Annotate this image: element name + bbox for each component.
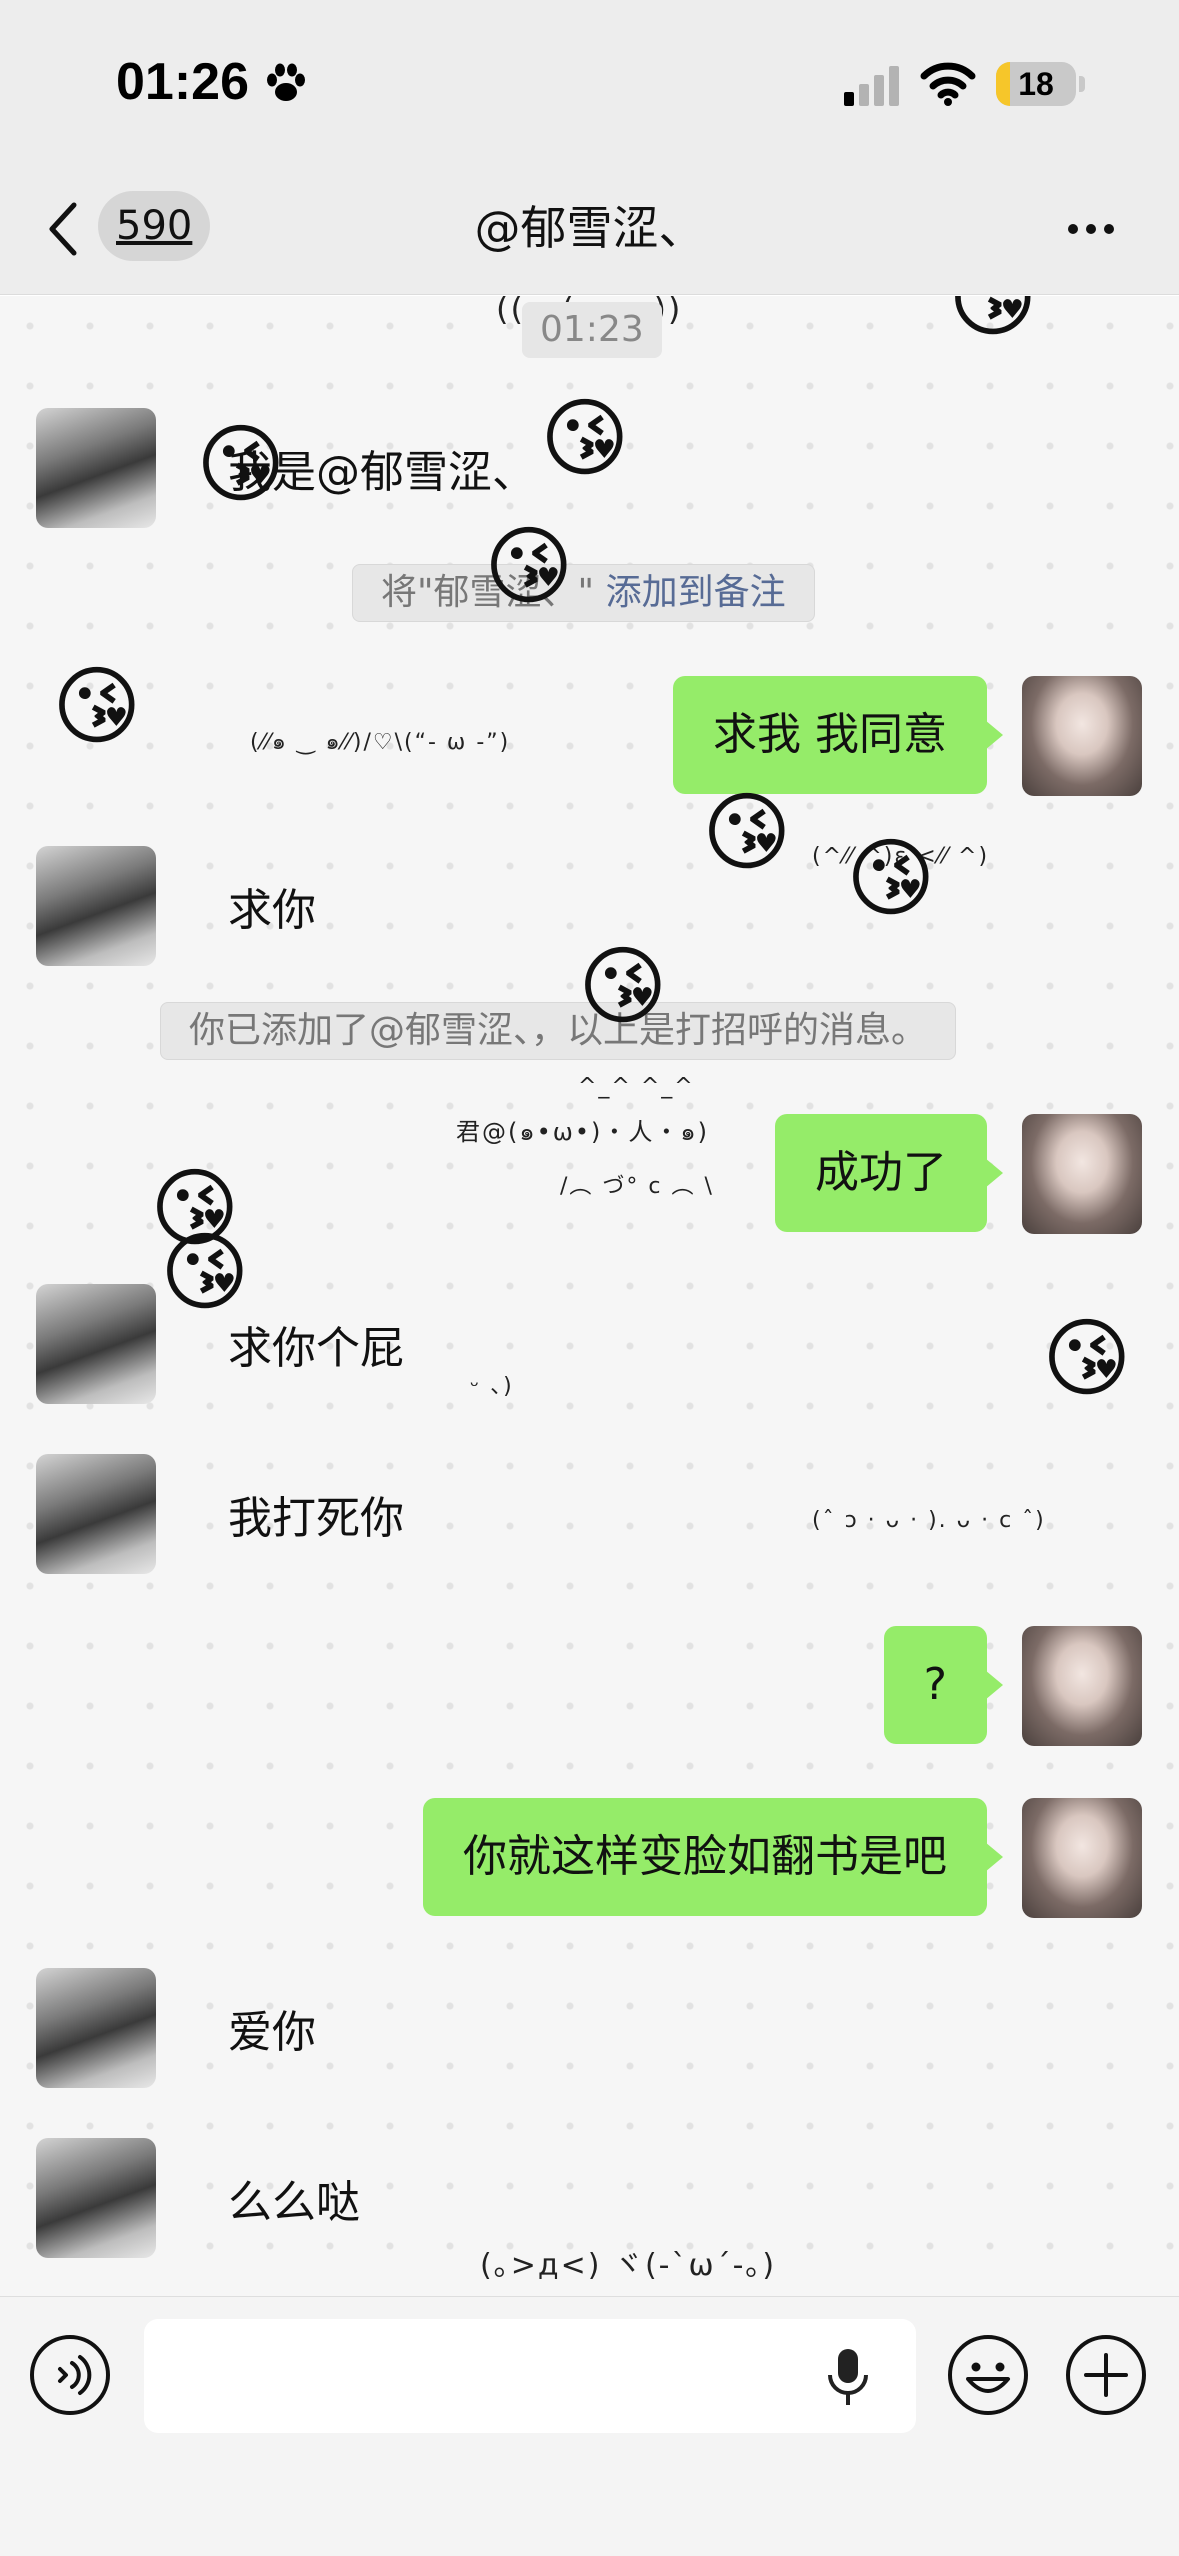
contact-avatar[interactable]	[36, 1454, 156, 1574]
add-remark-link[interactable]: 添加到备注	[606, 572, 786, 613]
kiss-emoji-icon: 😘	[52, 657, 142, 757]
voice-mode-icon[interactable]	[28, 2333, 112, 2417]
battery-tip	[1079, 76, 1085, 92]
my-avatar[interactable]	[1022, 676, 1142, 796]
contact-avatar[interactable]	[36, 2138, 156, 2258]
battery-text: 18	[1018, 66, 1054, 102]
kiss-emoji-icon: 😘	[948, 296, 1038, 349]
sent-message-bubble[interactable]: ?	[883, 1626, 1004, 1744]
contact-avatar[interactable]	[36, 846, 156, 966]
my-avatar[interactable]	[1022, 1798, 1142, 1918]
my-avatar[interactable]	[1022, 1114, 1142, 1234]
kaomoji-text: (｡>д<) ヾ(-`ω´-｡)	[480, 2248, 777, 2283]
emoji-picker-icon[interactable]	[946, 2333, 1030, 2417]
message-text[interactable]: 求你	[228, 874, 316, 938]
message-text[interactable]: 么么哒	[228, 2166, 360, 2230]
contact-avatar[interactable]	[36, 1968, 156, 2088]
kaomoji-text: (ˆ ɔ · ᴗ · ). ᴗ · c ˆ)	[812, 1508, 1046, 1533]
message-text[interactable]: 我打死你	[228, 1482, 404, 1546]
chat-title: @郁雪涩、	[474, 201, 705, 255]
kiss-emoji-icon: 😘	[846, 829, 936, 929]
input-bar	[0, 2296, 1179, 2556]
message-text[interactable]: 求你个屁	[228, 1312, 404, 1376]
microphone-icon[interactable]	[822, 2347, 874, 2407]
kaomoji-text: ᵕ 、)	[470, 1374, 514, 1399]
sent-message-bubble[interactable]: 你就这样变脸如翻书是吧	[423, 1798, 1003, 1916]
my-avatar[interactable]	[1022, 1626, 1142, 1746]
status-bar: 01:26 18	[0, 0, 1179, 175]
contact-avatar[interactable]	[36, 1284, 156, 1404]
status-time: 01:26	[116, 53, 249, 111]
paw-icon	[267, 63, 305, 101]
sent-message-bubble[interactable]: 成功了	[775, 1114, 1003, 1232]
contact-avatar[interactable]	[36, 408, 156, 528]
kiss-emoji-icon: 😘	[540, 389, 630, 489]
add-remark-notice: 将"郁雪涩、" 添加到备注	[352, 564, 815, 622]
battery-indicator: 18	[996, 62, 1076, 106]
message-input[interactable]	[144, 2319, 916, 2433]
kiss-emoji-icon: 😘	[484, 517, 574, 617]
kiss-emoji-icon: 😘	[578, 937, 668, 1037]
wifi-icon	[920, 62, 976, 106]
cellular-signal-icon	[844, 66, 899, 106]
kaomoji-text: (⁄⁄๑ ‿ ๑⁄⁄)/♡\(“- ω -”)	[250, 730, 511, 755]
message-timestamp: 01:23	[522, 302, 662, 358]
more-options-icon[interactable]	[1068, 219, 1122, 238]
kaomoji-text: 君@(๑•ω•)・人・๑)	[456, 1118, 709, 1146]
kaomoji-text: /︵ づ° c ︵ \	[560, 1174, 714, 1199]
chat-area[interactable]: (( · (-ω-o)) 01:23 我是@郁雪涩、 将"郁雪涩、" 添加到备注…	[0, 296, 1179, 2296]
kaomoji-text: ^_^ ^_^	[578, 1074, 695, 1099]
more-actions-plus-icon[interactable]	[1064, 2333, 1148, 2417]
nav-bar: 590 @郁雪涩、	[0, 175, 1179, 295]
message-text[interactable]: 爱你	[228, 1996, 316, 2060]
kiss-emoji-icon: 😘	[1042, 1309, 1132, 1409]
kiss-emoji-icon: 😘	[702, 783, 792, 883]
kiss-emoji-icon: 😘	[160, 1223, 250, 1323]
sent-message-bubble[interactable]: 求我 我同意	[673, 676, 1003, 794]
kiss-emoji-icon: 😘	[196, 415, 286, 515]
friend-added-notice: 你已添加了@郁雪涩、，以上是打招呼的消息。	[160, 1002, 957, 1060]
